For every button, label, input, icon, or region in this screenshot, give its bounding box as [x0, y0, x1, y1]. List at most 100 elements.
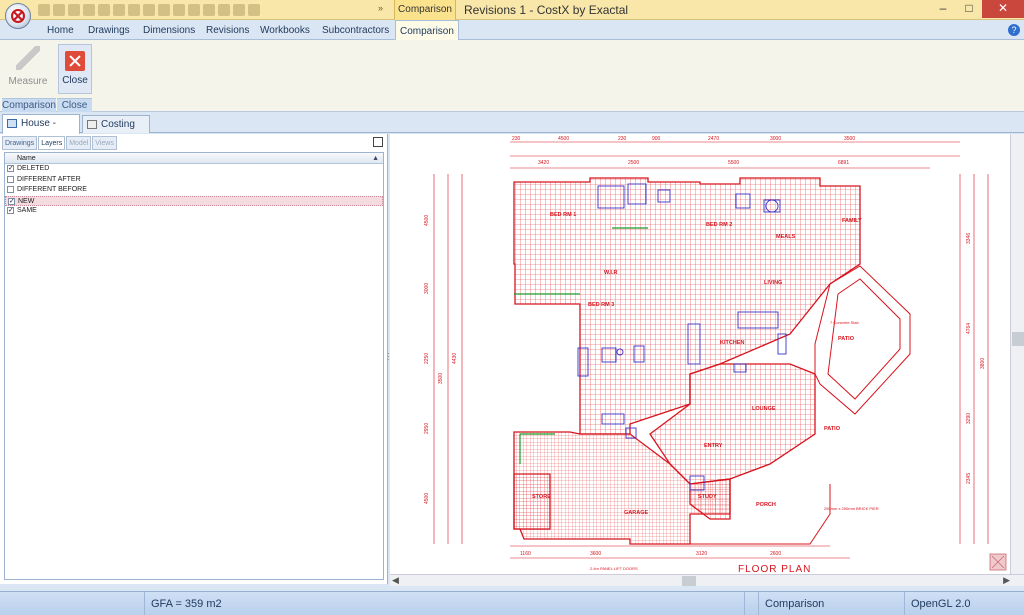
layer-checkbox[interactable]: [7, 186, 14, 193]
measure-button[interactable]: Measure: [4, 44, 52, 94]
layer-checkbox[interactable]: ✓: [7, 207, 14, 214]
layer-name: DIFFERENT BEFORE: [17, 186, 87, 193]
layer-row-deleted[interactable]: ✓ DELETED: [5, 164, 383, 175]
scroll-left-icon[interactable]: ◀: [392, 575, 399, 586]
room-label-porch: PORCH: [756, 502, 776, 508]
layer-row-different-after[interactable]: DIFFERENT AFTER: [5, 175, 383, 186]
save-icon[interactable]: [68, 4, 80, 16]
drawing-canvas[interactable]: 230 4500 230 900 2470 3000 3500 3420 250…: [390, 134, 1024, 574]
svg-text:2470: 2470: [708, 136, 719, 142]
svg-text:3500: 3500: [438, 373, 444, 384]
copy-icon[interactable]: [98, 4, 110, 16]
subtab-views[interactable]: Views: [92, 136, 117, 150]
maximize-button[interactable]: □: [956, 0, 982, 18]
layer-name: NEW: [18, 197, 35, 205]
layer-checkbox[interactable]: ✓: [7, 165, 14, 172]
redo-icon[interactable]: [53, 4, 65, 16]
svg-text:4430: 4430: [452, 353, 458, 364]
pin-icon[interactable]: [373, 137, 383, 147]
pencil-icon[interactable]: [83, 4, 95, 16]
doc-tab-house[interactable]: House - DWG 2: [2, 114, 80, 146]
layers-icon[interactable]: [188, 4, 200, 16]
status-renderer: OpenGL 2.0: [904, 592, 1024, 615]
undo-icon[interactable]: [38, 4, 50, 16]
room-label-lounge: LOUNGE: [752, 406, 776, 412]
tab-subcontractors[interactable]: Subcontractors: [322, 20, 389, 40]
svg-text:5500: 5500: [728, 160, 739, 166]
subtab-layers[interactable]: Layers: [38, 136, 66, 150]
tab-drawings[interactable]: Drawings: [88, 20, 130, 40]
status-mode: Comparison: [758, 592, 902, 615]
room-label-entry: ENTRY: [704, 443, 723, 449]
room-label-living: LIVING: [764, 280, 782, 286]
vertical-scrollbar[interactable]: [1010, 134, 1024, 574]
tab-comparison[interactable]: Comparison: [395, 20, 459, 41]
ruler-icon[interactable]: [128, 4, 140, 16]
tab-dimensions[interactable]: Dimensions: [143, 20, 195, 40]
doc-tab-costing-view[interactable]: Costing View: [82, 115, 150, 147]
app-menu-icon[interactable]: [5, 3, 31, 29]
porch-pier-note: 250mm x 250mm BRICK PIER: [824, 506, 879, 511]
costing-tab-icon: [87, 120, 97, 129]
tab-workbooks[interactable]: Workbooks: [260, 20, 310, 40]
layer-row-same[interactable]: ✓ SAME: [5, 206, 383, 217]
minimize-button[interactable]: –: [930, 0, 956, 18]
horizontal-scroll-thumb[interactable]: [682, 576, 696, 586]
help-icon[interactable]: ?: [1008, 24, 1020, 36]
print-icon[interactable]: [233, 4, 245, 16]
layer-name: DELETED: [17, 165, 50, 172]
text-icon[interactable]: [203, 4, 215, 16]
close-comparison-button[interactable]: Close: [58, 44, 92, 94]
horizontal-scrollbar[interactable]: ◀ ▶: [390, 574, 1024, 586]
zoom-icon[interactable]: [158, 4, 170, 16]
tab-revisions[interactable]: Revisions: [206, 20, 249, 40]
shape-icon[interactable]: [218, 4, 230, 16]
layer-name: SAME: [17, 207, 37, 214]
qat-more-button[interactable]: »: [378, 3, 383, 13]
room-label-wir: W.I.R: [604, 270, 617, 276]
context-tab-comparison: Comparison: [394, 0, 456, 20]
window-controls: – □ ✕: [930, 0, 1024, 18]
svg-text:3600: 3600: [590, 551, 601, 557]
svg-text:3120: 3120: [696, 551, 707, 557]
list-header-name[interactable]: Name ▲: [5, 153, 383, 164]
close-window-button[interactable]: ✕: [982, 0, 1024, 18]
room-label-kitchen: KITCHEN: [720, 340, 744, 346]
subtab-drawings[interactable]: Drawings: [2, 136, 38, 150]
svg-text:2950: 2950: [424, 423, 430, 434]
status-bar: GFA = 359 m2 Comparison OpenGL 2.0: [0, 591, 1024, 615]
measure-icon: [16, 46, 40, 70]
layer-checkbox[interactable]: ✓: [8, 197, 15, 205]
panel-subtabs: Drawings Layers Model Views: [2, 136, 117, 151]
subtab-model[interactable]: Model: [66, 136, 92, 150]
svg-text:4500: 4500: [558, 136, 569, 142]
svg-text:2345: 2345: [966, 473, 972, 484]
list-header-label: Name: [17, 155, 36, 162]
floor-plan-title: FLOOR PLAN: [738, 564, 811, 574]
sort-ascending-icon: ▲: [372, 155, 379, 162]
title-bar: » Comparison Revisions 1 - CostX by Exac…: [0, 0, 1024, 20]
layers-panel: Drawings Layers Model Views Name ▲ ✓ DEL…: [0, 134, 388, 584]
move-icon[interactable]: [143, 4, 155, 16]
svg-text:3346: 3346: [966, 233, 972, 244]
layer-checkbox[interactable]: [7, 175, 14, 183]
settings-icon[interactable]: [248, 4, 260, 16]
scroll-right-icon[interactable]: ▶: [1003, 575, 1010, 586]
paste-icon[interactable]: [113, 4, 125, 16]
close-label: Close: [62, 75, 88, 86]
svg-text:4764: 4764: [966, 323, 972, 334]
vertical-scroll-thumb[interactable]: [1012, 332, 1024, 346]
svg-text:3500: 3500: [844, 136, 855, 142]
layer-row-different-before[interactable]: DIFFERENT BEFORE: [5, 185, 383, 196]
status-empty: [0, 592, 120, 615]
room-label-store: STORE: [532, 494, 551, 500]
garage-store: [513, 473, 551, 530]
svg-text:2600: 2600: [770, 551, 781, 557]
document-tabs: House - DWG 2 Costing View: [0, 112, 1024, 147]
tab-home[interactable]: Home: [47, 20, 74, 40]
image-icon[interactable]: [173, 4, 185, 16]
layer-row-new[interactable]: ✓ NEW: [5, 195, 383, 206]
svg-text:230: 230: [618, 136, 627, 142]
svg-text:900: 900: [652, 136, 661, 142]
room-label-family: FAMILY: [842, 218, 862, 224]
